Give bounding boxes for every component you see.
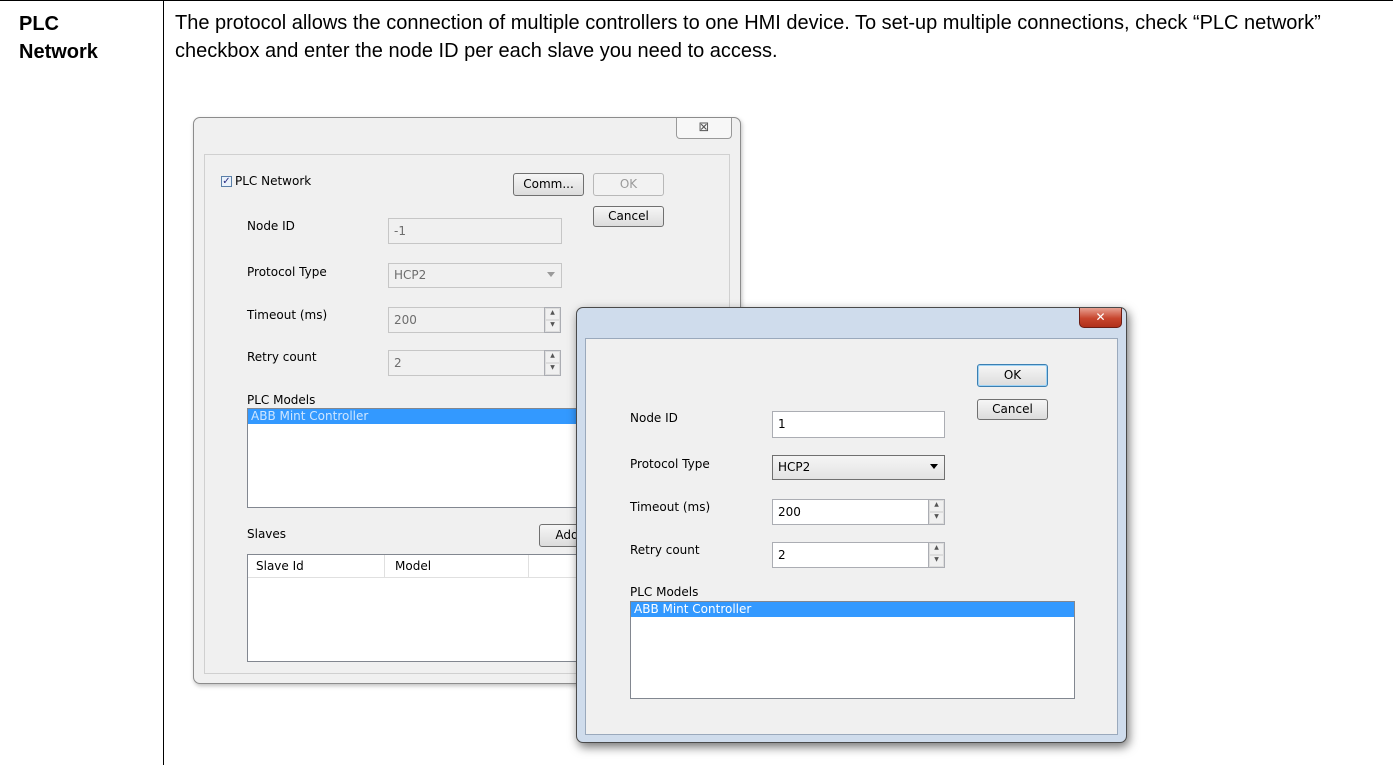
column-header-model[interactable]: Model [385, 555, 529, 577]
retry-count-stepper[interactable]: ▲ ▼ [544, 350, 561, 376]
down-arrow-icon[interactable]: ▼ [929, 512, 944, 524]
slaves-table-header: Slave Id Model [248, 555, 586, 578]
column-header-slave-id[interactable]: Slave Id [248, 555, 385, 577]
plc-models-list[interactable]: ABB Mint Controller [247, 408, 587, 508]
timeout-label: Timeout (ms) [630, 500, 711, 514]
timeout-label: Timeout (ms) [247, 308, 328, 322]
dialog-content-panel: OK Cancel Node ID 1 Protocol Type HCP2 T… [585, 338, 1118, 735]
checkmark-icon: ✓ [222, 176, 231, 187]
down-arrow-icon[interactable]: ▼ [545, 363, 560, 375]
table-column-divider [163, 0, 164, 765]
timeout-stepper[interactable]: ▲ ▼ [544, 307, 561, 333]
ok-button[interactable]: OK [977, 364, 1048, 387]
table-top-border [0, 0, 1393, 1]
protocol-type-label: Protocol Type [630, 457, 710, 471]
plc-network-checkbox[interactable]: ✓ [221, 176, 232, 187]
retry-count-stepper[interactable]: ▲ ▼ [928, 542, 945, 568]
list-item[interactable]: ABB Mint Controller [248, 409, 586, 424]
cancel-button[interactable]: Cancel [977, 399, 1048, 420]
close-icon: ✕ [1095, 310, 1106, 324]
slaves-label: Slaves [247, 527, 287, 541]
node-id-field[interactable]: 1 [772, 411, 945, 438]
protocol-type-label: Protocol Type [247, 265, 327, 279]
up-arrow-icon[interactable]: ▲ [545, 351, 560, 363]
timeout-stepper[interactable]: ▲ ▼ [928, 499, 945, 525]
list-item[interactable]: ABB Mint Controller [631, 602, 1074, 617]
down-arrow-icon[interactable]: ▼ [545, 320, 560, 332]
protocol-type-select[interactable]: HCP2 [388, 263, 562, 288]
timeout-field[interactable]: 200 [388, 307, 545, 333]
chevron-down-icon [547, 272, 555, 277]
plc-models-label: PLC Models [630, 585, 699, 599]
comm-button[interactable]: Comm... [513, 173, 584, 196]
retry-count-field[interactable]: 2 [772, 542, 929, 568]
plc-models-list[interactable]: ABB Mint Controller [630, 601, 1075, 699]
down-arrow-icon[interactable]: ▼ [929, 555, 944, 567]
retry-count-label: Retry count [630, 543, 700, 557]
term-cell: PLC Network [19, 10, 159, 66]
retry-count-label: Retry count [247, 350, 317, 364]
slaves-table[interactable]: Slave Id Model [247, 554, 587, 662]
up-arrow-icon[interactable]: ▲ [929, 500, 944, 512]
plc-network-label: PLC Network [235, 174, 312, 188]
node-id-label: Node ID [630, 411, 678, 425]
retry-count-field[interactable]: 2 [388, 350, 545, 376]
protocol-type-value: HCP2 [778, 460, 811, 474]
up-arrow-icon[interactable]: ▲ [545, 308, 560, 320]
close-icon: ⊠ [698, 120, 710, 135]
term-line-2: Network [19, 41, 98, 63]
node-id-label: Node ID [247, 219, 295, 233]
node-id-field[interactable]: -1 [388, 218, 562, 244]
close-button[interactable]: ✕ [1079, 308, 1122, 328]
ok-button[interactable]: OK [593, 173, 664, 196]
up-arrow-icon[interactable]: ▲ [929, 543, 944, 555]
plc-models-label: PLC Models [247, 393, 316, 407]
description-text: The protocol allows the connection of mu… [175, 12, 1321, 62]
protocol-type-select[interactable]: HCP2 [772, 455, 945, 480]
timeout-field[interactable]: 200 [772, 499, 929, 525]
chevron-down-icon [930, 464, 938, 469]
close-button[interactable]: ⊠ [676, 118, 732, 139]
plc-settings-dialog: ✕ OK Cancel Node ID 1 Protocol Type HCP2… [576, 307, 1127, 743]
cancel-button[interactable]: Cancel [593, 206, 664, 227]
protocol-type-value: HCP2 [394, 268, 427, 282]
term-line-1: PLC [19, 13, 59, 35]
